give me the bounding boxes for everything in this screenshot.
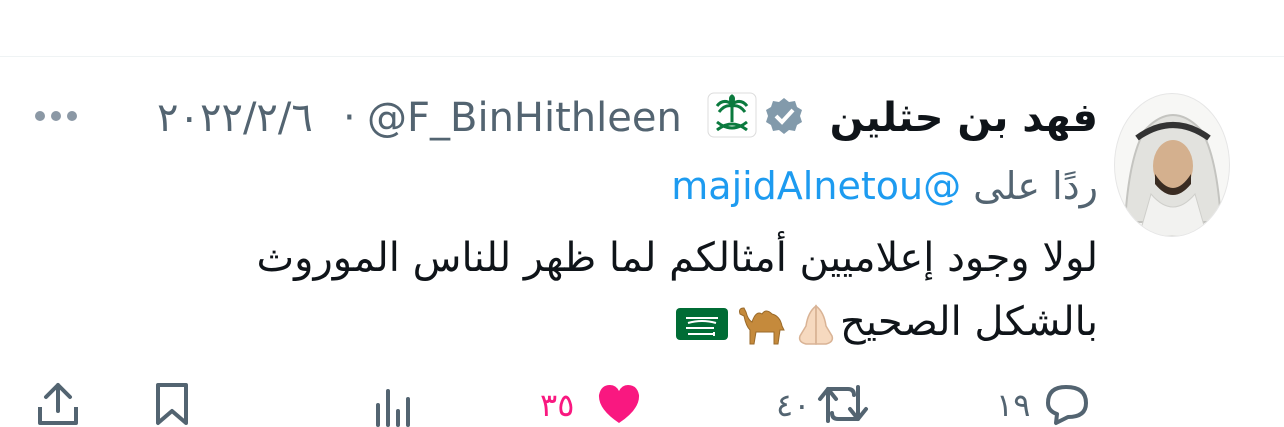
author-name[interactable]: فهد بن حثلين	[830, 88, 1098, 148]
like-icon[interactable]	[560, 0, 640, 16]
bookmark-icon[interactable]	[152, 0, 192, 16]
tweet-text-line-2: بالشكل الصحيح	[138, 290, 1098, 354]
camel-emoji-icon	[739, 307, 785, 345]
avatar-portrait-icon	[1123, 114, 1223, 236]
previous-tweet-action-bar	[0, 0, 1284, 16]
reply-mention-link[interactable]: @majidAlnetou	[671, 164, 961, 208]
tweet-text-line-2-words: بالشكل الصحيح	[840, 299, 1098, 345]
header-separator: ·	[343, 95, 356, 141]
reply-count: ١٩	[996, 386, 1031, 424]
retweet-icon[interactable]	[816, 381, 870, 427]
avatar[interactable]	[1114, 93, 1230, 237]
replying-to: ردًا على @majidAlnetou	[671, 158, 1098, 214]
verified-badge-icon	[766, 98, 802, 134]
like-count: ٣٥	[540, 386, 575, 424]
share-icon[interactable]	[36, 381, 80, 427]
reply-icon[interactable]	[1040, 0, 1090, 16]
reply-bubble-icon[interactable]	[1040, 381, 1092, 427]
author-handle[interactable]: @F_BinHithleen	[367, 88, 682, 148]
bookmark-icon[interactable]	[152, 381, 192, 427]
tweet-date[interactable]: ٢٠٢٢/٢/٦	[157, 88, 313, 148]
saudi-flag-emoji-icon	[676, 308, 728, 340]
like-heart-icon[interactable]	[596, 381, 642, 427]
views-icon[interactable]	[374, 381, 416, 427]
retweet-icon[interactable]	[790, 0, 880, 16]
reply-prefix: ردًا على	[973, 164, 1098, 208]
views-icon[interactable]	[374, 0, 416, 16]
tweet-text: لولا وجود إعلاميين أمثالكم لما ظهر للناس…	[138, 226, 1098, 354]
more-options-icon[interactable]	[34, 110, 78, 122]
share-icon[interactable]	[36, 0, 80, 16]
retweet-count: ٤٠	[776, 386, 811, 424]
tweet-divider	[0, 56, 1284, 57]
folded-hands-emoji-icon	[798, 304, 834, 345]
tweet-text-line-1: لولا وجود إعلاميين أمثالكم لما ظهر للناس…	[256, 235, 1098, 281]
saudi-emblem-badge-icon	[707, 92, 757, 138]
